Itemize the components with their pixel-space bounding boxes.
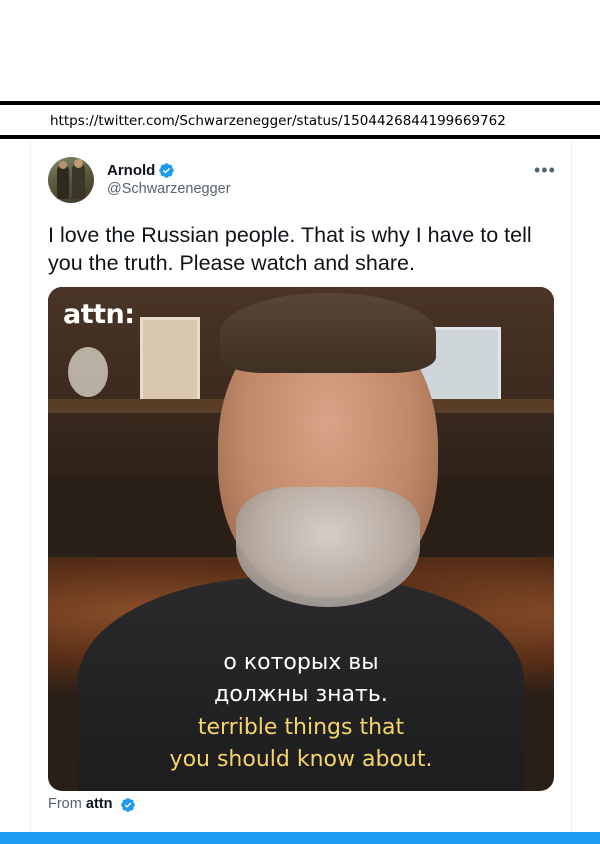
url-text: https://twitter.com/Schwarzenegger/statu… bbox=[50, 113, 506, 129]
avatar[interactable] bbox=[48, 157, 94, 203]
subtitle-ru-line1: о которых вы bbox=[223, 650, 379, 675]
verified-badge-icon bbox=[159, 163, 174, 178]
verified-badge-icon bbox=[121, 798, 135, 812]
subtitle-en-line1: terrible things that bbox=[197, 715, 405, 740]
video-player[interactable]: attn: о которых вы должны знать. terribl… bbox=[48, 287, 554, 791]
more-options-icon[interactable]: ••• bbox=[534, 160, 556, 181]
display-name[interactable]: Arnold bbox=[107, 162, 155, 179]
tweet-text: I love the Russian people. That is why I… bbox=[48, 223, 532, 275]
source-link[interactable]: attn bbox=[86, 796, 113, 812]
bottom-accent-bar bbox=[0, 832, 600, 844]
user-handle[interactable]: @Schwarzenegger bbox=[107, 181, 231, 197]
video-source: From attn bbox=[48, 796, 112, 812]
subtitle-ru-line2: должны знать. bbox=[214, 682, 388, 707]
url-bar[interactable]: https://twitter.com/Schwarzenegger/statu… bbox=[0, 101, 600, 139]
subtitle-en-line2: you should know about. bbox=[169, 747, 433, 772]
from-label: From bbox=[48, 796, 82, 812]
attn-logo: attn: bbox=[63, 299, 135, 330]
